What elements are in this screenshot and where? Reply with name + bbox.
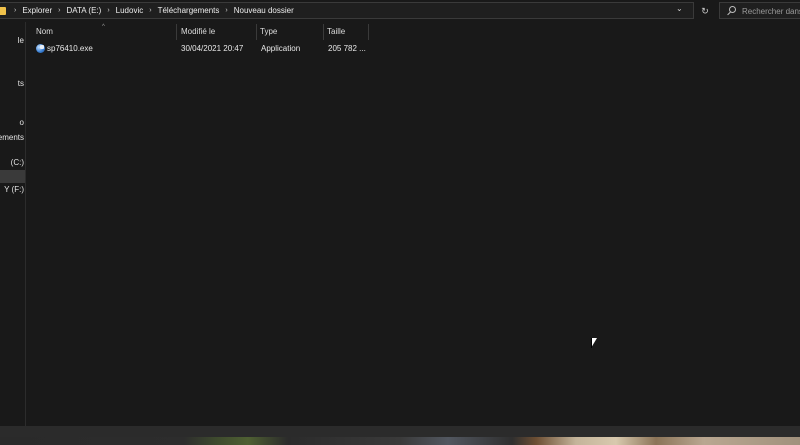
address-bar[interactable]: › Explorer › DATA (E:) › Ludovic › Téléc… — [0, 2, 694, 19]
search-input[interactable] — [742, 5, 800, 17]
breadcrumb-item-explorer[interactable]: Explorer — [22, 6, 52, 15]
breadcrumb-item-downloads[interactable]: Téléchargements — [158, 6, 220, 15]
breadcrumb: › Explorer › DATA (E:) › Ludovic › Téléc… — [8, 3, 294, 18]
chevron-down-icon[interactable]: ⌄ — [676, 4, 683, 13]
column-header-size[interactable]: Taille — [318, 24, 369, 40]
mouse-cursor-icon — [591, 338, 597, 348]
nav-item-drive-e[interactable] — [0, 170, 25, 183]
sort-up-icon: ^ — [102, 24, 105, 30]
column-header-label: Nom — [36, 27, 53, 36]
breadcrumb-item-user[interactable]: Ludovic — [116, 6, 144, 15]
search-icon — [729, 6, 736, 13]
chevron-right-icon[interactable]: › — [58, 7, 60, 14]
file-list: Nom ^ Modifié le Type Taille sp76410.exe… — [27, 22, 800, 426]
navigation-pane: le ts o ements (C:) Y (F:) — [0, 22, 26, 426]
column-header-label: Modifié le — [181, 27, 216, 36]
column-header-label: Taille — [327, 27, 346, 36]
chevron-right-icon[interactable]: › — [225, 7, 227, 14]
column-header-label: Type — [260, 27, 278, 36]
nav-item-downloads[interactable]: ements — [0, 131, 24, 144]
column-header-modified[interactable]: Modifié le — [172, 24, 257, 40]
nav-item-drive-f[interactable]: Y (F:) — [4, 183, 24, 196]
chevron-right-icon[interactable]: › — [14, 7, 16, 14]
folder-icon — [0, 7, 6, 15]
toolbar: › Explorer › DATA (E:) › Ludovic › Téléc… — [0, 0, 800, 22]
file-size: 205 782 ... — [328, 44, 366, 53]
chevron-right-icon[interactable]: › — [149, 7, 151, 14]
search-box[interactable] — [719, 2, 800, 19]
nav-item-documents[interactable]: ts — [18, 77, 24, 90]
chevron-right-icon[interactable]: › — [107, 7, 109, 14]
file-type: Application — [261, 44, 301, 53]
nav-item-videos[interactable]: o — [20, 116, 24, 129]
file-row[interactable]: sp76410.exe 30/04/2021 20:47 Application… — [27, 41, 800, 56]
file-name: sp76410.exe — [47, 44, 93, 53]
column-header-type[interactable]: Type — [251, 24, 324, 40]
refresh-icon[interactable]: ↻ — [698, 4, 712, 18]
nav-item-desktop[interactable]: le — [18, 34, 24, 47]
nav-item-drive-c[interactable]: (C:) — [11, 156, 24, 169]
exe-file-icon — [36, 44, 45, 53]
file-modified: 30/04/2021 20:47 — [181, 44, 244, 53]
column-header-name[interactable]: Nom ^ — [27, 24, 177, 40]
desktop-wallpaper — [0, 437, 800, 445]
breadcrumb-item-drive[interactable]: DATA (E:) — [66, 6, 101, 15]
breadcrumb-item-current[interactable]: Nouveau dossier — [234, 6, 294, 15]
status-bar — [0, 426, 800, 437]
